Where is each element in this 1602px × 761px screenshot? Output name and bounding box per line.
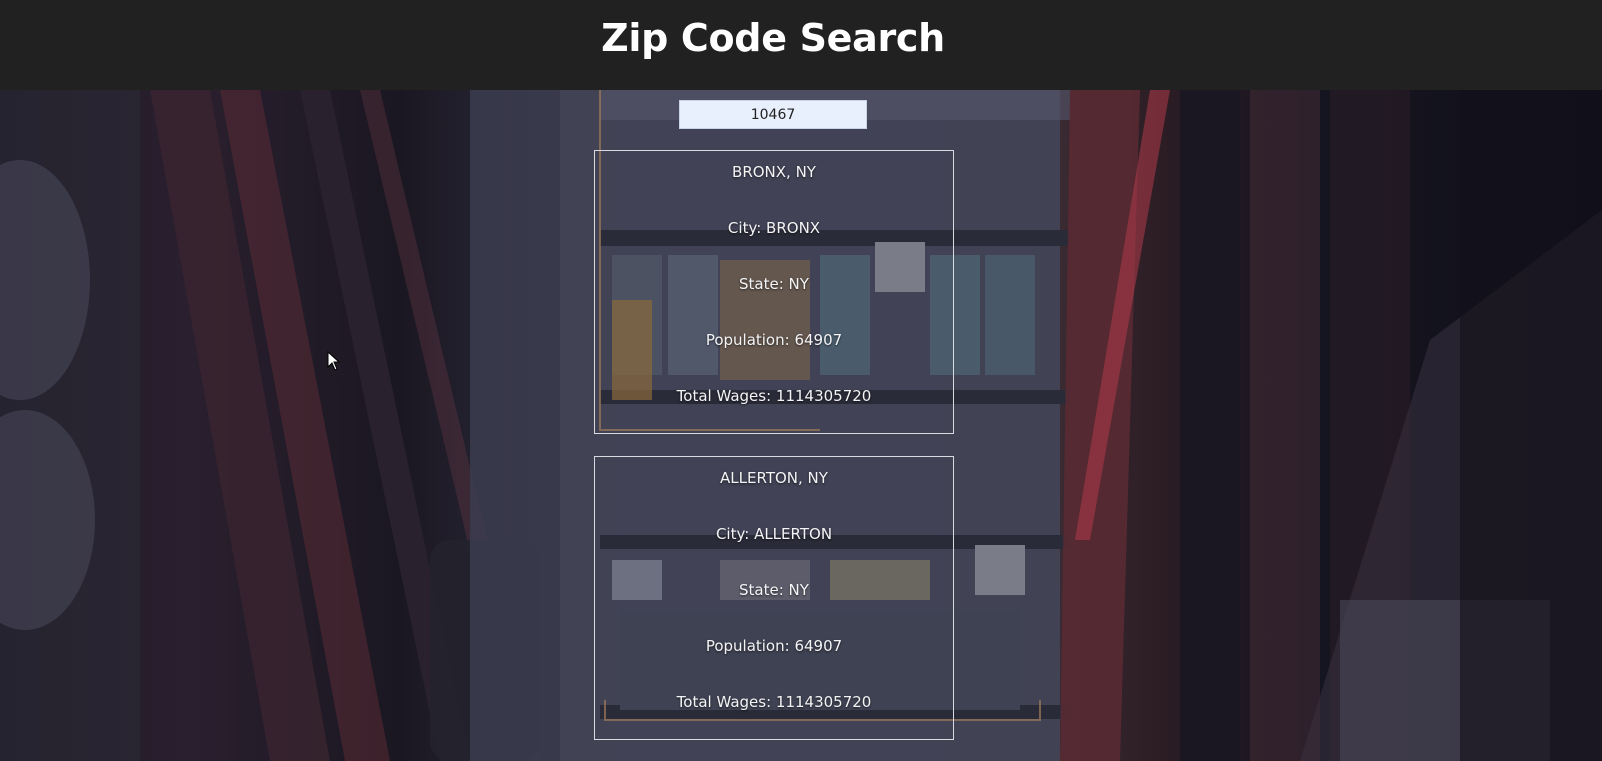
- result-city: City: BRONX: [727, 219, 821, 237]
- result-heading: BRONX, NY: [732, 163, 816, 181]
- result-card-bronx: BRONX, NY City: BRONX State: NY Populati…: [594, 150, 954, 434]
- result-population: Population: 64907: [705, 637, 843, 655]
- zip-code-input[interactable]: [679, 100, 867, 129]
- result-total-wages: Total Wages: 1114305720: [676, 387, 872, 405]
- result-city: City: ALLERTON: [715, 525, 833, 543]
- page-title: Zip Code Search: [601, 16, 945, 60]
- result-total-wages: Total Wages: 1114305720: [676, 693, 872, 711]
- result-heading: ALLERTON, NY: [720, 469, 828, 487]
- result-population: Population: 64907: [705, 331, 843, 349]
- result-state: State: NY: [739, 581, 809, 599]
- mouse-cursor-icon: [327, 351, 341, 371]
- result-card-allerton: ALLERTON, NY City: ALLERTON State: NY Po…: [594, 456, 954, 740]
- result-state: State: NY: [739, 275, 809, 293]
- app-header: Zip Code Search: [0, 0, 1602, 90]
